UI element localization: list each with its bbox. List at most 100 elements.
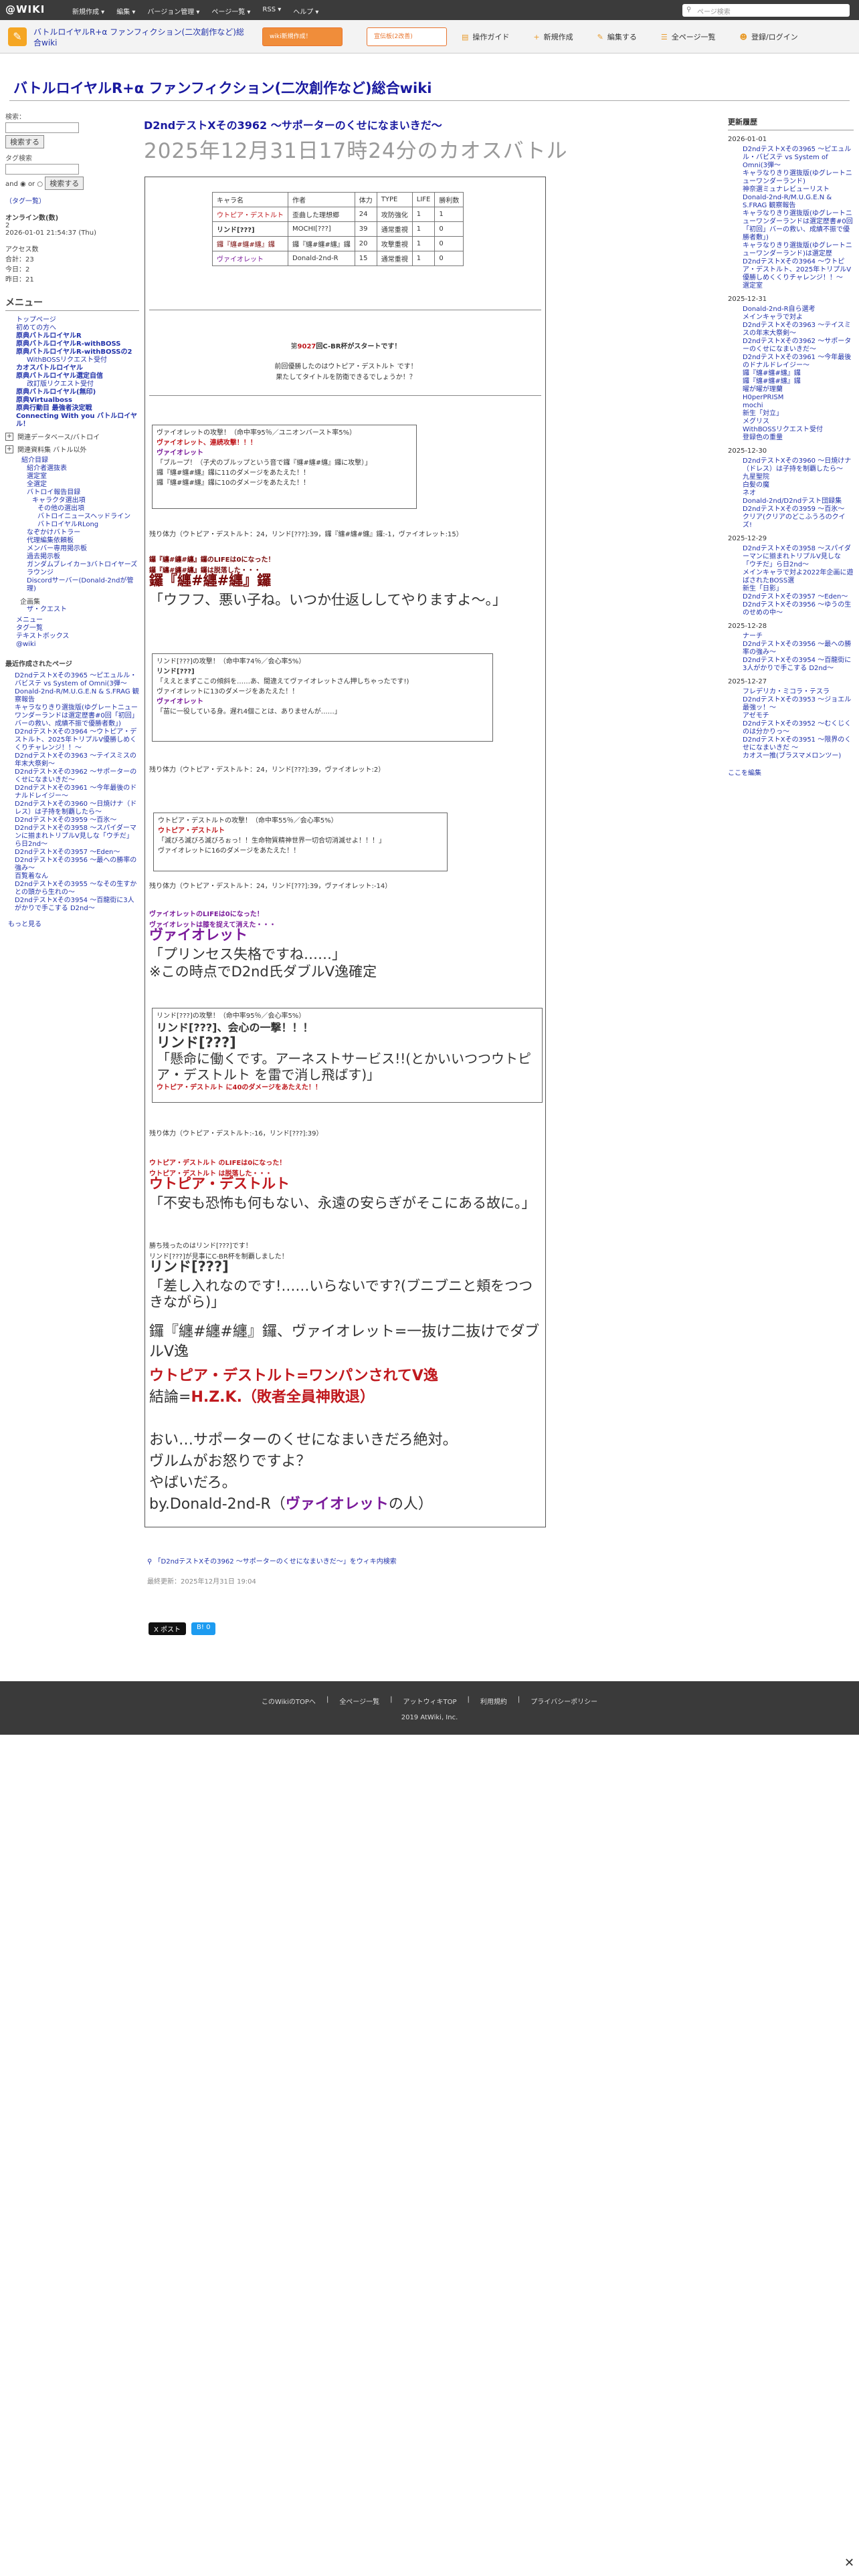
sub-menu-item[interactable]: 選定室 <box>27 473 139 481</box>
sub-menu-item[interactable]: 代理編集依頼板 <box>27 537 139 545</box>
update-item[interactable]: D2ndテストXその3963 〜テイスミスの年末大祭剣〜 <box>743 322 854 338</box>
update-item[interactable]: D2ndテストXその3962 〜サポーターのくせになまいきだ〜 <box>743 338 854 354</box>
more-link[interactable]: もっと見る <box>8 918 139 928</box>
update-item[interactable]: 白髪の魔 <box>743 481 854 490</box>
top-menu-item[interactable]: バージョン管理 ▾ <box>147 6 199 16</box>
edit-here-link[interactable]: ここを編集 <box>728 767 854 777</box>
tag-search-input[interactable] <box>5 164 79 175</box>
update-item[interactable]: 新生「対立」 <box>743 410 854 418</box>
close-icon[interactable]: ✕ <box>844 2556 854 2570</box>
recent-item[interactable]: D2ndテストXその3960 〜日焼けナ（ドレス）は子持を制覇したら〜 <box>15 800 139 817</box>
update-item[interactable]: D2ndテストXその3956 〜最への勝率の強み〜 <box>743 641 854 657</box>
update-item[interactable]: D2ndテストXその3953 〜ジョエル最強ッ！〜 <box>743 696 854 712</box>
radio-or[interactable]: ○ <box>37 181 43 188</box>
sub-menu-item[interactable]: その他の選出項 <box>37 505 139 513</box>
footer-link[interactable]: アットウィキTOP <box>403 1696 457 1706</box>
recent-item[interactable]: D2ndテストXその3955 〜なその生すかとの頭から生れの〜 <box>15 881 139 897</box>
menu-item[interactable]: トップページ <box>16 316 139 324</box>
footer-link[interactable]: 全ページ一覧 <box>339 1696 379 1706</box>
update-item[interactable]: D2ndテストXその3952 〜むくじくのは分かりっ〜 <box>743 720 854 736</box>
menu-item[interactable]: カオスバトルロイヤル <box>16 364 139 372</box>
footer-link[interactable]: このWikiのTOPへ <box>262 1696 316 1706</box>
recent-item[interactable]: D2ndテストXその3958 〜スパイダーマンに揃まれトリプルV見しな「ウチだ」… <box>15 825 139 849</box>
sub-menu-item[interactable]: 紹介目録 <box>21 457 139 465</box>
update-item[interactable]: D2ndテストXその3956 〜ゆうの生のせめの中〜 <box>743 601 854 617</box>
misc-item[interactable]: テキストボックス <box>16 633 139 641</box>
recent-item[interactable]: D2ndテストXその3957 〜Eden〜 <box>15 849 139 857</box>
sub-menu-item[interactable]: バトロイ報告目録 <box>27 489 139 497</box>
ad-board-button[interactable]: 宣伝板(2改善) <box>367 27 447 46</box>
sub-menu-item[interactable]: バトロイニュースヘッドライン <box>37 513 139 521</box>
update-item[interactable]: D2ndテストXその3958 〜スパイダーマンに揃まれトリプルV見しな「ウチだ」… <box>743 545 854 569</box>
menu-item[interactable]: 原典行動目 最強者決定戦 <box>16 405 139 413</box>
menu-item[interactable]: 原典バトルロイヤル選定自信 <box>16 372 139 381</box>
update-item[interactable]: キャラなりきり選抜版(ゆグレートニューワンダーランド) <box>743 170 854 186</box>
update-item[interactable]: 鑼『纏#纏#纏』鑼 <box>743 370 854 378</box>
rel-doc-toggle[interactable]: + 関連資料集 バトル以外 <box>5 444 139 454</box>
login-button[interactable]: ☻ 登録/ログイン <box>740 31 798 42</box>
recent-item[interactable]: D2ndテストXその3964 〜ウトピア・デストルト、2025年トリプルV優勝し… <box>15 728 139 752</box>
all-pages-button[interactable]: ☰ 全ページ一覧 <box>661 31 716 42</box>
sub-menu-item[interactable]: キャラクタ選出項 <box>32 497 139 505</box>
recent-item[interactable]: D2ndテストXその3954 〜百龍街に3人がかりで手こする D2nd〜 <box>15 897 139 913</box>
menu-item[interactable]: 原典バトルロイヤルR-withBOSSの2 <box>16 348 139 356</box>
update-item[interactable]: Donald-2nd-R自ら選考 <box>743 306 854 314</box>
hatena-bookmark-button[interactable]: B! 0 <box>191 1622 216 1635</box>
update-item[interactable]: ナーチ <box>743 633 854 641</box>
site-title[interactable]: バトルロイヤルR+α ファンフィクション(二次創作など)総合wiki <box>13 78 432 98</box>
menu-item[interactable]: 原典Virtualboss <box>16 397 139 405</box>
update-item[interactable]: 新生「日影」 <box>743 585 854 593</box>
update-item[interactable]: Donald-2nd/D2ndテスト団録集 <box>743 498 854 506</box>
update-item[interactable]: 選定室 <box>743 282 854 290</box>
update-item[interactable]: mochi <box>743 402 854 410</box>
update-item[interactable]: 鑼『纏#纏#纏』鑼 <box>743 378 854 386</box>
recent-item[interactable]: 百覧着なん <box>15 873 139 881</box>
tag-search-button[interactable]: 検索する <box>45 177 84 190</box>
sub-menu-item[interactable]: メンバー専用掲示板 <box>27 545 139 553</box>
menu-item[interactable]: WithBOSSリクエスト受付 <box>27 356 139 364</box>
misc-item[interactable]: メニュー <box>16 617 139 625</box>
recent-item[interactable]: D2ndテストXその3963 〜テイスミスの年末大祭剣〜 <box>15 752 139 768</box>
menu-item[interactable]: 改訂版リクエスト受付 <box>27 381 139 389</box>
menu-item[interactable]: 原典バトルロイヤルR-withBOSS <box>16 340 139 348</box>
sub-menu-item[interactable]: Discordサーバー(Donald-2ndが管理) <box>27 577 139 593</box>
x-post-button[interactable]: X ポスト <box>149 1622 187 1635</box>
menu-item[interactable]: 初めての方へ <box>16 324 139 332</box>
new-wiki-button[interactable]: wiki新規作成！ <box>262 27 343 46</box>
top-menu-item[interactable]: ページ一覧 ▾ <box>211 6 250 16</box>
site-name-link[interactable]: バトルロイヤルR+α ファンフィクション(二次創作など)総合wiki <box>33 27 248 48</box>
recent-item[interactable]: キャラなりきり選抜版(ゆグレートニューワンダーランドは選定歴書#0回「初回」バー… <box>15 704 139 728</box>
footer-link[interactable]: 利用規約 <box>480 1696 507 1706</box>
update-item[interactable]: D2ndテストXその3957 〜Eden〜 <box>743 593 854 601</box>
misc-item[interactable]: @wiki <box>16 641 139 649</box>
update-item[interactable]: D2ndテストXその3954 〜百龍街に3人がかりで手こする D2nd〜 <box>743 657 854 673</box>
recent-item[interactable]: D2ndテストXその3965 〜ピエュルル・バビステ vs System of … <box>15 672 139 688</box>
radio-and[interactable]: ◉ <box>20 181 26 188</box>
update-item[interactable]: キャラなりきり選抜版(ゆグレートニューワンダーランド)は選定歴 <box>743 242 854 258</box>
rel-db-toggle[interactable]: + 関連データベース/バトロイ <box>5 431 139 441</box>
menu-item[interactable]: Connecting With you バトルロイヤル！ <box>16 413 139 429</box>
misc-item[interactable]: タグ一覧 <box>16 625 139 633</box>
sub-menu-item[interactable]: なぞかけバトラー <box>27 529 139 537</box>
update-item[interactable]: D2ndテストXその3960 〜日焼けナ（ドレス）は子持を制覇したら〜 <box>743 457 854 473</box>
recent-item[interactable]: Donald-2nd-R/M.U.G.E.N & S.FRAG 観察報告 <box>15 688 139 704</box>
footer-link[interactable]: プライバシーポリシー <box>531 1696 597 1706</box>
update-item[interactable]: H0perPRISM <box>743 394 854 402</box>
guide-button[interactable]: ▤ 操作ガイド <box>462 31 509 42</box>
update-item[interactable]: メグリス <box>743 418 854 426</box>
recent-item[interactable]: D2ndテストXその3962 〜サポーターのくせになまいきだ〜 <box>15 768 139 784</box>
wiki-search-input[interactable] <box>5 122 79 133</box>
recent-item[interactable]: D2ndテストXその3956 〜最への勝率の強み〜 <box>15 857 139 873</box>
top-menu-item[interactable]: 新規作成 ▾ <box>72 6 104 16</box>
update-item[interactable]: Donald-2nd-R/M.U.G.E.N & S.FRAG 観察報告 <box>743 194 854 210</box>
sub-menu-item[interactable]: 紹介者選抜表 <box>27 465 139 473</box>
update-item[interactable]: D2ndテストXその3959 〜百氷〜 <box>743 506 854 514</box>
update-item[interactable]: D2ndテストXその3965 〜ピエュルル・バビステ vs System of … <box>743 146 854 170</box>
sub-menu-item[interactable]: 全選定 <box>27 481 139 489</box>
update-item[interactable]: D2ndテストXその3961 〜今年最後のドナルドレイジー〜 <box>743 354 854 370</box>
sub-menu-item[interactable]: バトロイヤルRLong <box>37 521 139 529</box>
update-item[interactable]: ネオ <box>743 490 854 498</box>
update-item[interactable]: D2ndテストXその3964 〜ウトピア・デストルト、2025年トリプルV優勝し… <box>743 258 854 282</box>
update-item[interactable]: 九星聖院 <box>743 473 854 481</box>
update-item[interactable]: D2ndテストXその3951 〜限界のくせになまいきだ 〜 <box>743 736 854 752</box>
